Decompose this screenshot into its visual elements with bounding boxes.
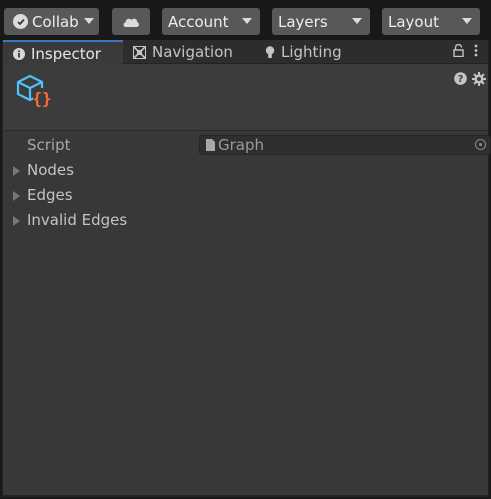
caret-down-icon — [242, 18, 252, 24]
kebab-menu-icon[interactable] — [474, 44, 478, 57]
svg-text:{}: {} — [32, 89, 51, 108]
foldout-arrow-icon[interactable] — [13, 216, 20, 226]
script-asset-icon: {} — [15, 73, 53, 113]
caret-down-icon — [352, 18, 362, 24]
header-actions: ? — [454, 72, 486, 86]
account-dropdown[interactable]: Account — [162, 8, 260, 35]
lock-icon[interactable] — [453, 44, 464, 57]
inspector-window: Inspector Navigation Lighting {} ? Scrip… — [2, 40, 491, 497]
inspector-header: {} ? — [3, 64, 488, 131]
tab-navigation[interactable]: Navigation — [123, 40, 251, 64]
foldout-arrow-icon[interactable] — [13, 166, 20, 176]
foldout-label: Edges — [27, 186, 73, 204]
caret-down-icon — [84, 18, 94, 24]
svg-text:?: ? — [458, 74, 464, 85]
cloud-button[interactable] — [112, 8, 150, 35]
tab-label: Navigation — [152, 43, 233, 61]
foldout-nodes[interactable]: Nodes — [3, 158, 488, 182]
file-icon — [206, 139, 215, 151]
layers-label: Layers — [278, 12, 328, 31]
tab-inspector[interactable]: Inspector — [3, 40, 123, 65]
help-icon[interactable]: ? — [454, 72, 467, 86]
tab-bar: Inspector Navigation Lighting — [3, 40, 488, 65]
tab-label: Inspector — [31, 44, 101, 63]
layout-dropdown[interactable]: Layout — [382, 8, 480, 35]
window-border — [3, 495, 488, 497]
foldout-invalid-edges[interactable]: Invalid Edges — [3, 208, 488, 232]
collab-label: Collab — [32, 12, 79, 31]
caret-down-icon — [462, 18, 472, 24]
check-circle-icon — [13, 14, 28, 29]
layers-dropdown[interactable]: Layers — [272, 8, 370, 35]
tab-lighting[interactable]: Lighting — [255, 40, 355, 64]
layout-label: Layout — [388, 12, 439, 31]
cloud-icon — [122, 16, 140, 28]
bulb-icon — [265, 45, 275, 59]
collab-button[interactable]: Collab — [4, 8, 99, 35]
script-value: Graph — [218, 136, 265, 154]
account-label: Account — [168, 12, 229, 31]
foldout-edges[interactable]: Edges — [3, 183, 488, 207]
foldout-label: Nodes — [27, 161, 74, 179]
gear-icon[interactable] — [472, 72, 486, 86]
info-icon — [13, 47, 25, 60]
foldout-arrow-icon[interactable] — [13, 191, 20, 201]
script-object-field[interactable]: Graph — [199, 135, 491, 155]
script-label: Script — [27, 136, 71, 154]
tab-label: Lighting — [281, 43, 342, 61]
main-toolbar: Collab Account Layers Layout — [0, 0, 491, 40]
navigation-icon — [133, 45, 146, 59]
foldout-label: Invalid Edges — [27, 211, 128, 229]
tab-actions — [453, 44, 478, 57]
object-picker-icon[interactable] — [475, 139, 486, 150]
